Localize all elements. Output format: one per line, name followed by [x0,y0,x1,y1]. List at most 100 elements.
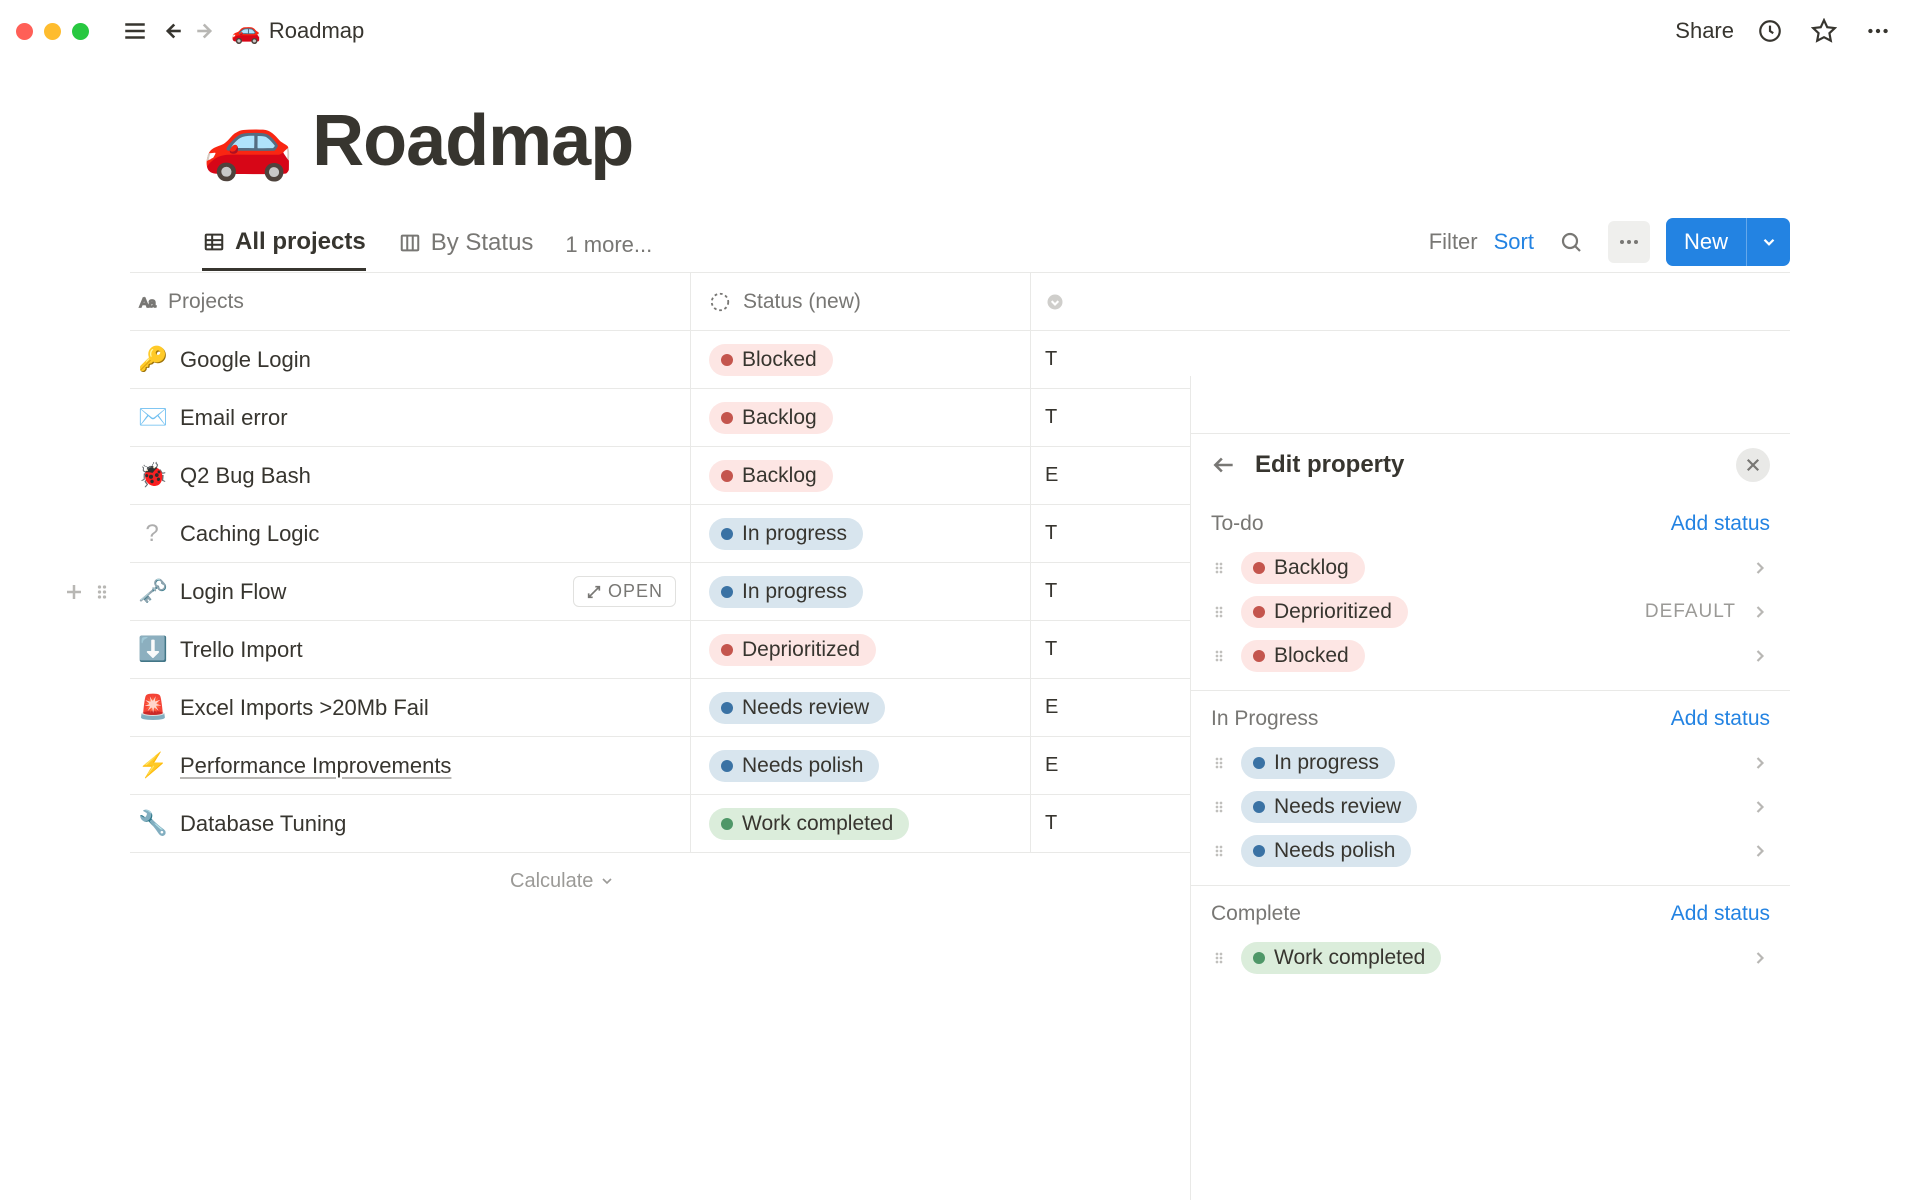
open-page-button[interactable]: OPEN [573,576,676,607]
status-option[interactable]: Needs review [1191,785,1790,829]
board-view-icon [398,231,422,255]
calculate-button[interactable]: Calculate [510,870,615,893]
page-title[interactable]: Roadmap [312,100,633,182]
row-title: Excel Imports >20Mb Fail [180,695,429,721]
tab-by-status[interactable]: By Status [398,221,534,269]
column-extra[interactable] [1030,273,1090,330]
drag-handle-icon[interactable] [1211,947,1227,969]
cell-status[interactable]: Blocked [690,331,1030,388]
panel-close-icon[interactable] [1736,448,1770,482]
status-option[interactable]: In progress [1191,741,1790,785]
status-pill: Needs polish [1241,835,1411,867]
minimize-window-icon[interactable] [44,23,61,40]
add-status-button[interactable]: Add status [1671,512,1770,536]
cell-project[interactable]: ? Caching Logic [130,505,690,562]
cell-project[interactable]: ✉️ Email error [130,389,690,446]
menu-icon[interactable] [117,13,153,49]
cell-status[interactable]: Work completed [690,795,1030,852]
column-status[interactable]: Status (new) [690,273,1030,330]
status-pill: In progress [1241,747,1395,779]
add-status-button[interactable]: Add status [1671,707,1770,731]
back-icon[interactable] [153,13,189,49]
cell-extra[interactable]: E [1030,737,1090,794]
drag-handle-icon[interactable] [92,580,112,604]
chevron-right-icon[interactable] [1750,948,1770,968]
cell-project[interactable]: 🚨 Excel Imports >20Mb Fail [130,679,690,736]
panel-back-icon[interactable] [1211,452,1237,478]
cell-status[interactable]: Needs polish [690,737,1030,794]
status-pill: Blocked [709,344,833,376]
cell-status[interactable]: In progress [690,505,1030,562]
drag-handle-icon[interactable] [1211,645,1227,667]
fullscreen-window-icon[interactable] [72,23,89,40]
share-button[interactable]: Share [1675,18,1734,44]
group-label: Complete [1211,902,1301,926]
chevron-right-icon[interactable] [1750,646,1770,666]
cell-extra[interactable]: E [1030,679,1090,736]
cell-project[interactable]: 🗝️ Login Flow OPEN [130,563,690,620]
drag-handle-icon[interactable] [1211,752,1227,774]
row-emoji: ? [138,520,166,548]
status-pill: Needs polish [709,750,879,782]
cell-status[interactable]: Needs review [690,679,1030,736]
chevron-right-icon[interactable] [1750,841,1770,861]
search-icon[interactable] [1550,221,1592,263]
cell-status[interactable]: In progress [690,563,1030,620]
updates-icon[interactable] [1752,13,1788,49]
breadcrumb[interactable]: 🚗 Roadmap [231,17,364,46]
add-row-icon[interactable] [62,580,86,604]
status-pill: Backlog [1241,552,1365,584]
status-option[interactable]: Work completed [1191,936,1790,980]
status-option[interactable]: Deprioritized DEFAULT [1191,590,1790,634]
page-emoji[interactable]: 🚗 [202,104,294,178]
more-icon[interactable] [1860,13,1896,49]
cell-extra[interactable]: T [1030,331,1090,388]
cell-extra[interactable]: T [1030,621,1090,678]
chevron-right-icon[interactable] [1750,797,1770,817]
status-option[interactable]: Blocked [1191,634,1790,678]
status-pill: Work completed [1241,942,1441,974]
cell-extra[interactable]: T [1030,795,1090,852]
drag-handle-icon[interactable] [1211,601,1227,623]
new-button-dropdown[interactable] [1746,218,1790,266]
chevron-right-icon[interactable] [1750,602,1770,622]
top-bar: 🚗 Roadmap Share [0,0,1920,62]
close-window-icon[interactable] [16,23,33,40]
sort-button[interactable]: Sort [1494,229,1534,255]
cell-project[interactable]: ⚡ Performance Improvements [130,737,690,794]
cell-extra[interactable]: T [1030,389,1090,446]
cell-extra[interactable]: T [1030,505,1090,562]
cell-status[interactable]: Deprioritized [690,621,1030,678]
page-title-row: 🚗 Roadmap [130,100,1790,182]
status-option[interactable]: Backlog [1191,546,1790,590]
cell-status[interactable]: Backlog [690,447,1030,504]
cell-project[interactable]: 🔧 Database Tuning [130,795,690,852]
cell-status[interactable]: Backlog [690,389,1030,446]
new-button[interactable]: New [1666,218,1790,266]
tab-all-projects[interactable]: All projects [202,220,366,271]
cell-extra[interactable]: T [1030,563,1090,620]
row-emoji: 🚨 [138,693,166,722]
column-projects[interactable]: Aa Projects [130,290,690,314]
drag-handle-icon[interactable] [1211,796,1227,818]
chevron-right-icon[interactable] [1750,558,1770,578]
drag-handle-icon[interactable] [1211,557,1227,579]
status-pill: In progress [709,576,863,608]
filter-button[interactable]: Filter [1429,229,1478,255]
favorite-icon[interactable] [1806,13,1842,49]
status-pill: Backlog [709,460,833,492]
add-status-button[interactable]: Add status [1671,902,1770,926]
column-label: Projects [168,290,244,314]
row-title: Google Login [180,347,311,373]
cell-project[interactable]: 🔑 Google Login [130,331,690,388]
select-column-icon [1045,292,1065,312]
cell-project[interactable]: ⬇️ Trello Import [130,621,690,678]
drag-handle-icon[interactable] [1211,840,1227,862]
status-option[interactable]: Needs polish [1191,829,1790,873]
cell-extra[interactable]: E [1030,447,1090,504]
view-options-icon[interactable] [1608,221,1650,263]
row-title: Trello Import [180,637,303,663]
chevron-right-icon[interactable] [1750,753,1770,773]
more-views[interactable]: 1 more... [565,232,652,258]
cell-project[interactable]: 🐞 Q2 Bug Bash [130,447,690,504]
